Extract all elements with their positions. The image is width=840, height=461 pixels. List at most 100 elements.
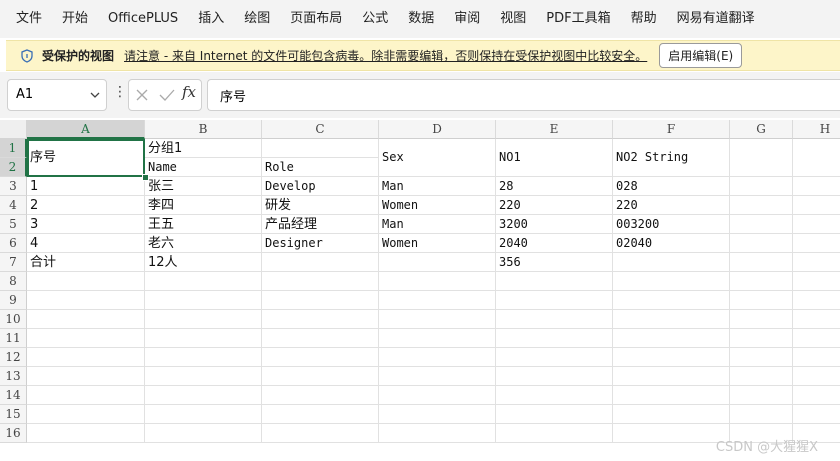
menu-formulas[interactable]: 公式	[352, 0, 398, 38]
cell-d1-sex-header[interactable]: Sex	[382, 148, 404, 167]
gridline	[27, 404, 840, 405]
chevron-down-icon[interactable]	[89, 89, 101, 101]
cell-r4-c3[interactable]: Women	[382, 196, 418, 215]
cell-r6-c1[interactable]: 老六	[148, 234, 174, 253]
row-header-14[interactable]: 14	[0, 386, 27, 405]
cell-r4-c5[interactable]: 220	[616, 196, 638, 215]
gridline	[612, 139, 613, 443]
row-header-15[interactable]: 15	[0, 405, 27, 424]
menu-youdao-translate[interactable]: 网易有道翻译	[667, 0, 765, 38]
row-header-12[interactable]: 12	[0, 348, 27, 367]
row-header-1[interactable]: 1	[0, 139, 27, 158]
column-header-a[interactable]: A	[27, 120, 145, 139]
cell-r5-c4[interactable]: 3200	[499, 215, 528, 234]
selected-cell-a1[interactable]	[27, 139, 145, 177]
gridline	[378, 139, 379, 443]
cell-r3-c4[interactable]: 28	[499, 177, 513, 196]
cell-r5-c5[interactable]: 003200	[616, 215, 659, 234]
cell-r6-c3[interactable]: Women	[382, 234, 418, 253]
watermark: CSDN @大猩猩X	[715, 440, 818, 455]
cell-r4-c0[interactable]: 2	[30, 196, 38, 215]
column-header-h[interactable]: H	[793, 120, 840, 139]
cell-e1-no1-header[interactable]: NO1	[499, 148, 521, 167]
cell-c2-role-header[interactable]: Role	[265, 158, 294, 177]
cell-r6-c2[interactable]: Designer	[265, 234, 323, 253]
row-header-5[interactable]: 5	[0, 215, 27, 234]
cell-total-c4[interactable]: 356	[499, 253, 521, 272]
column-header-c[interactable]: C	[262, 120, 379, 139]
cell-r5-c0[interactable]: 3	[30, 215, 38, 234]
column-header-f[interactable]: F	[613, 120, 730, 139]
protected-view-message[interactable]: 请注意 - 来自 Internet 的文件可能包含病毒。除非需要编辑，否则保持在…	[124, 47, 647, 64]
row-header-3[interactable]: 3	[0, 177, 27, 196]
gridline	[144, 139, 145, 443]
cell-r5-c3[interactable]: Man	[382, 215, 404, 234]
cell-r3-c1[interactable]: 张三	[148, 177, 174, 196]
row-header-7[interactable]: 7	[0, 253, 27, 272]
cell-f1-no2-header[interactable]: NO2 String	[616, 148, 688, 167]
row-header-6[interactable]: 6	[0, 234, 27, 253]
cell-r3-c3[interactable]: Man	[382, 177, 404, 196]
cell-r3-c5[interactable]: 028	[616, 177, 638, 196]
row-header-10[interactable]: 10	[0, 310, 27, 329]
row-header-13[interactable]: 13	[0, 367, 27, 386]
select-all-corner[interactable]	[0, 120, 27, 139]
menu-page-layout[interactable]: 页面布局	[280, 0, 352, 38]
formula-value: 序号	[220, 90, 247, 105]
menu-home[interactable]: 开始	[52, 0, 98, 38]
name-box[interactable]: A1	[7, 79, 107, 111]
row-header-8[interactable]: 8	[0, 272, 27, 291]
column-header-b[interactable]: B	[145, 120, 262, 139]
check-icon[interactable]	[159, 88, 175, 102]
gridline	[27, 309, 840, 310]
menu-help[interactable]: 帮助	[621, 0, 667, 38]
gridline	[27, 385, 840, 386]
cell-r6-c5[interactable]: 02040	[616, 234, 652, 253]
menu-officeplus[interactable]: OfficePLUS	[98, 0, 188, 38]
cell-total-c0[interactable]: 合计	[30, 253, 56, 272]
cell-b1-group-header[interactable]: 分组1	[148, 139, 182, 158]
menu-insert[interactable]: 插入	[188, 0, 234, 38]
gridline	[495, 139, 496, 443]
cell-r4-c1[interactable]: 李四	[148, 196, 174, 215]
name-box-value: A1	[16, 87, 34, 102]
menu-review[interactable]: 审阅	[444, 0, 490, 38]
gridline	[27, 366, 840, 367]
cell-r4-c4[interactable]: 220	[499, 196, 521, 215]
cell-total-c1[interactable]: 12人	[148, 253, 178, 272]
menu-draw[interactable]: 绘图	[234, 0, 280, 38]
formula-buttons: fx	[128, 79, 202, 111]
fill-handle[interactable]	[142, 174, 149, 181]
cell-r6-c4[interactable]: 2040	[499, 234, 528, 253]
row-header-2[interactable]: 2	[0, 158, 27, 177]
formula-input[interactable]: 序号	[207, 79, 840, 111]
row-header-16[interactable]: 16	[0, 424, 27, 443]
gridline	[261, 139, 262, 443]
spreadsheet-grid[interactable]: A B C D E F G H 1 2 3 4 5 6 7 8 9 10 11 12 13 14 15 16 序号 分组1 Name…	[0, 120, 840, 461]
row-header-4[interactable]: 4	[0, 196, 27, 215]
more-options-icon[interactable]: ⋮	[113, 84, 127, 100]
cancel-icon[interactable]	[135, 88, 149, 102]
cell-r3-c0[interactable]: 1	[30, 177, 38, 196]
cell-r6-c0[interactable]: 4	[30, 234, 38, 253]
cell-r4-c2[interactable]: 研发	[265, 196, 291, 215]
cell-b2-name-header[interactable]: Name	[148, 158, 177, 177]
column-header-g[interactable]: G	[730, 120, 793, 139]
cell-r5-c2[interactable]: 产品经理	[265, 215, 317, 234]
menu-data[interactable]: 数据	[398, 0, 444, 38]
insert-function-icon[interactable]: fx	[182, 83, 196, 101]
enable-editing-button[interactable]: 启用编辑(E)	[659, 43, 743, 68]
row-header-9[interactable]: 9	[0, 291, 27, 310]
column-header-e[interactable]: E	[496, 120, 613, 139]
row-header-11[interactable]: 11	[0, 329, 27, 348]
shield-icon	[21, 48, 33, 63]
cell-r3-c2[interactable]: Develop	[265, 177, 316, 196]
cell-r5-c1[interactable]: 王五	[148, 215, 174, 234]
column-header-d[interactable]: D	[379, 120, 496, 139]
menu-pdf-toolbox[interactable]: PDF工具箱	[536, 0, 620, 38]
menu-file[interactable]: 文件	[0, 0, 52, 38]
gridline	[27, 290, 840, 291]
protected-view-bar: 受保护的视图 请注意 - 来自 Internet 的文件可能包含病毒。除非需要编…	[6, 40, 840, 71]
gridline	[27, 423, 840, 424]
menu-view[interactable]: 视图	[490, 0, 536, 38]
